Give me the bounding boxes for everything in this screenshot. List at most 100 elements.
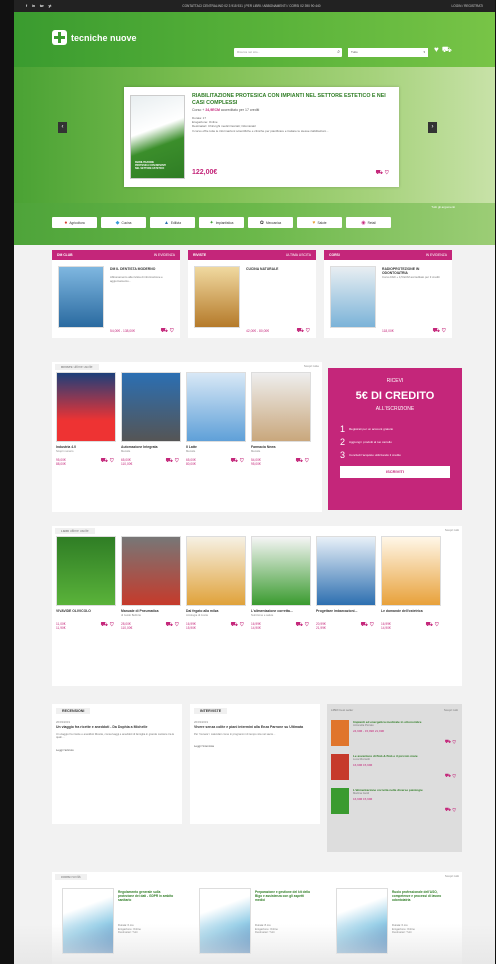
book-item[interactable]: VIVAVIDE OLIVICOLO 11,00€ 11,90€ ⛟ ♡ xyxy=(56,536,116,630)
linkedin-icon[interactable]: in xyxy=(32,4,35,8)
magazines-all-link[interactable]: Scopri tutte xyxy=(304,364,319,370)
bestseller-item[interactable]: Le avventure di Bob & Bob e il piccolo m… xyxy=(331,754,458,780)
category-salute[interactable]: ♥ Salute xyxy=(297,217,342,228)
bestseller-cover[interactable] xyxy=(331,788,349,814)
heart-icon[interactable]: ♡ xyxy=(175,622,179,628)
cart-icon[interactable]: ⛟ xyxy=(375,170,383,176)
course-title[interactable]: Preparazione e gestione del kit della Bi… xyxy=(255,890,314,903)
magazine-item[interactable]: Automazione Integrata Mensile 65,00€ 110,00… xyxy=(121,372,181,466)
category-retail[interactable]: ◉ Retail xyxy=(346,217,391,228)
book-cover[interactable] xyxy=(316,536,376,606)
youtube-icon[interactable]: yt xyxy=(48,4,51,8)
filter-select[interactable]: Tutto ▾ xyxy=(348,48,428,57)
featured-title[interactable]: CUCINA NATURALE xyxy=(246,267,310,271)
heart-icon[interactable]: ♡ xyxy=(240,622,244,628)
books-all-link[interactable]: Scopri tutti xyxy=(445,528,459,534)
course-title[interactable]: Regolamento generale sulla protezione de… xyxy=(118,890,177,903)
magazine-cover[interactable] xyxy=(186,372,246,442)
heart-icon[interactable]: ♡ xyxy=(110,622,114,628)
cart-icon[interactable]: ⛟ xyxy=(360,622,369,628)
cart-icon[interactable]: ⛟ xyxy=(442,45,455,54)
book-item[interactable]: Progettare imbarcazioni... 20,99€ 21,99€ ⛟ … xyxy=(316,536,376,630)
book-cover[interactable] xyxy=(381,536,441,606)
heart-icon[interactable]: ♥ xyxy=(434,45,442,54)
cart-icon[interactable]: ⛟ xyxy=(295,458,304,464)
heart-icon[interactable]: ♡ xyxy=(306,328,310,334)
review-headline[interactable]: Un viaggio fra ricette e aneddoti - Da D… xyxy=(56,725,178,730)
interview-headline[interactable]: Vivere senza colite e piani intermini al… xyxy=(194,725,316,730)
cart-icon[interactable]: ⛟ xyxy=(165,458,174,464)
heart-icon[interactable]: ♡ xyxy=(442,328,446,334)
cart-icon[interactable]: ⛟ xyxy=(100,458,109,464)
chevron-left-icon[interactable]: ‹ xyxy=(58,122,67,133)
cart-icon[interactable]: ⛟ ♡ xyxy=(445,807,456,814)
magazine-cover[interactable] xyxy=(56,372,116,442)
magazine-item[interactable]: Industria 4.0 Scopri numero 95,00€ 88,00€ ⛟ … xyxy=(56,372,116,466)
cart-icon[interactable]: ⛟ ♡ xyxy=(445,739,456,746)
magazine-item[interactable]: Farmacia News Mensile 54,00€ 95,00€ ⛟ ♡ xyxy=(251,372,311,466)
heart-icon[interactable]: ♡ xyxy=(175,458,179,464)
featured-box[interactable]: DM CLUB IN EVIDENZA DM IL DENTISTA MODERNO… xyxy=(52,250,180,338)
featured-box[interactable]: CORSI IN EVIDENZA RADIOPROTEZIONE IN ODONT… xyxy=(324,250,452,338)
bestsellers-all-link[interactable]: Scopri tutti xyxy=(444,708,458,712)
heart-icon[interactable]: ♡ xyxy=(240,458,244,464)
cart-icon[interactable]: ⛟ xyxy=(230,622,239,628)
cart-icon[interactable]: ⛟ xyxy=(100,622,109,628)
course-title[interactable]: Ruolo professionale dell'ASO, competenze… xyxy=(392,890,451,903)
category-edilizia[interactable]: ▲ Edilizia xyxy=(150,217,195,228)
cart-icon[interactable]: ⛟ xyxy=(425,622,434,628)
magazine-cover[interactable] xyxy=(251,372,311,442)
book-cover[interactable] xyxy=(121,536,181,606)
cart-icon[interactable]: ⛟ xyxy=(432,328,441,334)
heart-icon[interactable]: ♡ xyxy=(305,458,309,464)
featured-title[interactable]: DM IL DENTISTA MODERNO xyxy=(110,267,174,271)
book-cover[interactable] xyxy=(56,536,116,606)
hero-card[interactable]: RIABILITAZIONE PROTESICA CON IMPIANTI NE… xyxy=(124,87,399,187)
heart-icon[interactable]: ♡ xyxy=(305,622,309,628)
courses-all-link[interactable]: Scopri tutti xyxy=(445,874,459,880)
login-link[interactable]: LOGIN / REGISTRATI xyxy=(452,4,483,8)
bestseller-cover[interactable] xyxy=(331,720,349,746)
cart-icon[interactable]: ⛟ xyxy=(165,622,174,628)
heart-icon[interactable]: ♡ xyxy=(370,622,374,628)
featured-title[interactable]: RADIOPROTEZIONE IN ODONTOIATRIA xyxy=(382,267,446,275)
heart-icon[interactable]: ♡ xyxy=(435,622,439,628)
book-cover[interactable] xyxy=(251,536,311,606)
review-more-link[interactable]: Leggi l'articolo xyxy=(56,748,178,752)
bestseller-cover[interactable] xyxy=(331,754,349,780)
magazine-item[interactable]: Il Latte Mensile 65,00€ 80,00€ ⛟ ♡ xyxy=(186,372,246,466)
cart-icon[interactable]: ⛟ xyxy=(230,458,239,464)
category-cucina[interactable]: ◆ Cucina xyxy=(101,217,146,228)
all-topics-link[interactable]: Tutti gli argomenti xyxy=(431,205,455,209)
search-icon[interactable]: ⌕ xyxy=(337,49,340,55)
bestseller-item[interactable]: L'alimentazione corretta nelle diverse p… xyxy=(331,788,458,814)
subscribe-button[interactable]: ISCRIVITI xyxy=(340,466,450,478)
cart-icon[interactable]: ⛟ xyxy=(160,328,169,334)
featured-cover[interactable] xyxy=(194,266,240,328)
book-item[interactable]: L'alimentazione corretta... Nutrizione e … xyxy=(251,536,311,630)
featured-box[interactable]: RIVISTE ULTIMA USCITA CUCINA NATURALE 42,00… xyxy=(188,250,316,338)
book-item[interactable]: Le domande dell'ostetrica 16,99€ 14,90€ ⛟ ♡ xyxy=(381,536,441,630)
chevron-right-icon[interactable]: › xyxy=(428,122,437,133)
book-item[interactable]: Manuale di Pneumatica di Guido Belforte 28… xyxy=(121,536,181,630)
search-input[interactable]: Ricerca nel sito... ⌕ xyxy=(234,48,342,57)
cart-icon[interactable]: ⛟ ♡ xyxy=(445,773,456,780)
cart-icon[interactable]: ⛟ xyxy=(296,328,305,334)
magazine-cover[interactable] xyxy=(121,372,181,442)
featured-cover[interactable] xyxy=(330,266,376,328)
logo[interactable]: tecniche nuove xyxy=(52,30,137,45)
interview-more-link[interactable]: Leggi l'intervista xyxy=(194,744,316,748)
category-meccanica[interactable]: ✿ Meccanica xyxy=(248,217,293,228)
facebook-icon[interactable]: f xyxy=(26,4,27,8)
heart-icon[interactable]: ♡ xyxy=(385,170,389,176)
cart-icon[interactable]: ⛟ xyxy=(295,622,304,628)
category-agricoltura[interactable]: ● Agricoltura xyxy=(52,217,97,228)
book-cover[interactable] xyxy=(186,536,246,606)
category-impiantistica[interactable]: ✦ Impiantistica xyxy=(199,217,244,228)
book-item[interactable]: Dal fegato alla milza Antologia di ricett… xyxy=(186,536,246,630)
heart-icon[interactable]: ♡ xyxy=(170,328,174,334)
bestseller-item[interactable]: Impianti ed energetica medicale in otton… xyxy=(331,720,458,746)
featured-cover[interactable] xyxy=(58,266,104,328)
twitter-icon[interactable]: tw xyxy=(40,4,44,8)
heart-icon[interactable]: ♡ xyxy=(110,458,114,464)
